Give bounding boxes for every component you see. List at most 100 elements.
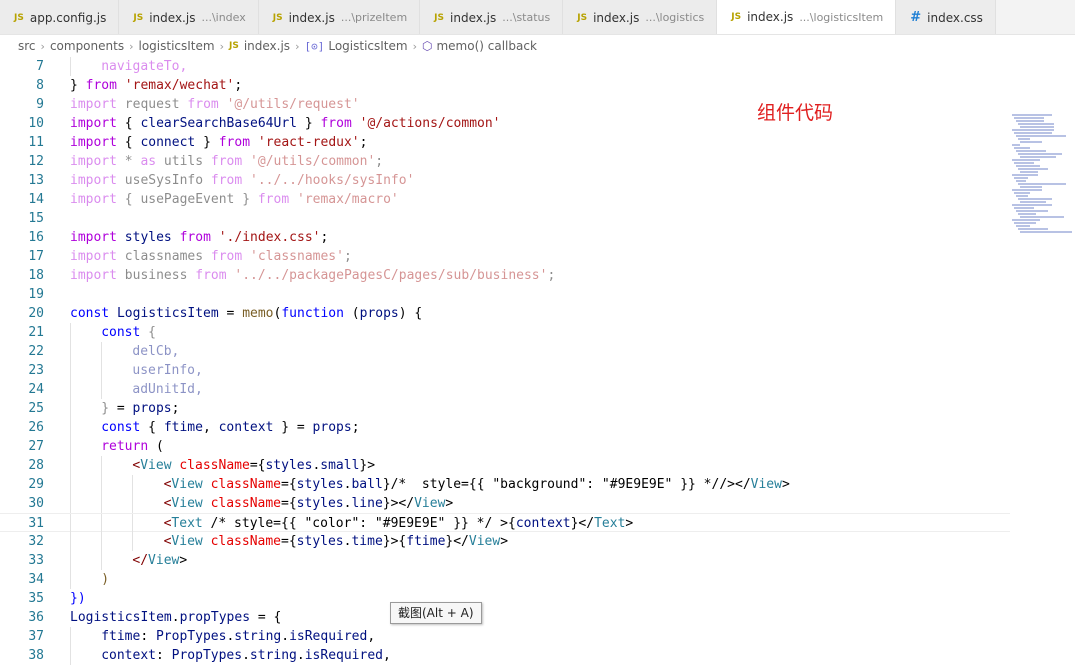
screenshot-tooltip: 截图(Alt + A): [390, 602, 482, 624]
breadcrumb-item[interactable]: logisticsItem: [138, 39, 214, 53]
code-token: className: [210, 496, 282, 511]
code-line[interactable]: 12 import * as utils from '@/utils/common…: [0, 152, 1010, 171]
code-editor[interactable]: 7 navigateTo, 8} from 'remax/wechat'; 9 impo…: [0, 57, 1075, 667]
editor-tab[interactable]: JS index.js ...\prizeItem: [258, 0, 421, 34]
code-token: }>{: [382, 534, 407, 549]
breadcrumb-file[interactable]: JS index.js: [229, 39, 290, 53]
code-token: classnames: [116, 249, 211, 264]
line-number: 15: [28, 211, 44, 226]
code-token: from: [210, 154, 243, 169]
code-text: import { connect } from 'react-redux';: [70, 133, 367, 152]
code-line[interactable]: 8} from 'remax/wechat';: [0, 76, 1010, 95]
chevron-right-icon: ›: [40, 39, 45, 53]
minimap-line: [1016, 165, 1040, 167]
code-line[interactable]: 15: [0, 209, 1010, 228]
code-line[interactable]: 30 <View className={styles.line}></View>: [0, 494, 1010, 513]
code-line[interactable]: 28 <View className={styles.small}>: [0, 456, 1010, 475]
code-text: delCb,: [132, 342, 179, 361]
code-line[interactable]: 21 const {: [0, 323, 1010, 342]
code-line[interactable]: 9 import request from '@/utils/request': [0, 95, 1010, 114]
code-token: small: [320, 458, 360, 473]
indent-guide: [101, 342, 103, 361]
code-token: >{: [500, 516, 516, 531]
breadcrumb-item[interactable]: src: [18, 39, 36, 53]
code-line[interactable]: 20 const LogisticsItem = memo(function (p…: [0, 304, 1010, 323]
code-token: *: [116, 154, 141, 169]
code-token: ;: [351, 420, 360, 435]
code-line[interactable]: 24 adUnitId,: [0, 380, 1010, 399]
editor-tab[interactable]: JS index.js ...\index: [119, 0, 259, 34]
code-line[interactable]: 29 <View className={styles.ball}/* style=…: [0, 475, 1010, 494]
code-text: import styles from './index.css';: [70, 228, 328, 247]
indent-guide: [101, 456, 103, 475]
code-token: 'remax/wechat': [124, 78, 235, 93]
code-token: import: [70, 135, 117, 150]
code-line[interactable]: 11 import { connect } from 'react-redux';: [0, 133, 1010, 152]
code-token: line: [351, 496, 383, 511]
code-line[interactable]: 31 <Text /* style={{ "color": "#9E9E9E" }…: [0, 513, 1010, 533]
line-number: 27: [28, 439, 44, 454]
code-text: <View className={styles.ball}/* style={{…: [164, 475, 790, 494]
breadcrumb-symbol[interactable]: [⊙] LogisticsItem: [304, 39, 407, 53]
line-number: 20: [28, 306, 44, 321]
code-line[interactable]: 13 import useSysInfo from '../../hooks/sy…: [0, 171, 1010, 190]
editor-tab[interactable]: JS app.config.js: [0, 0, 120, 34]
code-line[interactable]: 17 import classnames from 'classnames';: [0, 247, 1010, 266]
code-line[interactable]: 38 context: PropTypes.string.isRequired,: [0, 646, 1010, 665]
code-line[interactable]: 14 import { usePageEvent } from 'remax/ma…: [0, 190, 1010, 209]
minimap-line: [1018, 198, 1052, 200]
code-line[interactable]: 27 return (: [0, 437, 1010, 456]
code-text: import business from '../../packagePages…: [70, 266, 555, 285]
code-line[interactable]: 16 import styles from './index.css';: [0, 228, 1010, 247]
code-text: ftime: PropTypes.string.isRequired,: [101, 627, 375, 646]
editor-tab[interactable]: JS index.js ...\status: [420, 0, 564, 34]
code-token: from: [187, 97, 219, 112]
line-number: 18: [28, 268, 44, 283]
indent-guide: [70, 323, 71, 342]
code-line[interactable]: 7 navigateTo,: [0, 57, 1010, 76]
code-line[interactable]: 10 import { clearSearchBase64Url } from '…: [0, 114, 1010, 133]
code-text: }): [70, 589, 86, 608]
code-line[interactable]: 18 import business from '../../packagePag…: [0, 266, 1010, 285]
indent-guide: [70, 342, 71, 361]
chevron-right-icon: ›: [219, 39, 224, 53]
code-token: LogisticsItem: [70, 610, 172, 625]
editor-tab-bar: JS app.config.js JS index.js ...\index JS inde…: [0, 0, 1075, 35]
minimap-line: [1020, 201, 1046, 203]
code-text: ): [101, 570, 109, 589]
code-line[interactable]: 33 </View>: [0, 551, 1010, 570]
minimap[interactable]: [1012, 114, 1075, 244]
code-line[interactable]: 34): [0, 570, 1010, 589]
code-line[interactable]: 32 <View className={styles.time}>{ftime}<…: [0, 532, 1010, 551]
code-line[interactable]: 37 ftime: PropTypes.string.isRequired,: [0, 627, 1010, 646]
editor-tab[interactable]: JS index.js ...\logisticsItem: [717, 0, 897, 34]
code-line[interactable]: 26 const { ftime, context } = props;: [0, 418, 1010, 437]
code-token: ;: [343, 249, 352, 264]
code-token: ={: [249, 458, 266, 473]
line-number: 7: [36, 59, 44, 74]
code-token: function: [281, 306, 344, 321]
breadcrumb-item[interactable]: components: [50, 39, 124, 53]
code-line[interactable]: 36 LogisticsItem.propTypes = {: [0, 608, 1010, 627]
code-line[interactable]: 19: [0, 285, 1010, 304]
editor-tab[interactable]: JS index.js ...\logistics: [563, 0, 718, 34]
line-number: 38: [28, 648, 44, 663]
code-token: >: [179, 553, 188, 568]
line-number: 26: [28, 420, 44, 435]
minimap-line: [1014, 132, 1052, 134]
annotation-text: 组件代码: [757, 102, 834, 124]
code-token: props: [359, 306, 399, 321]
code-line[interactable]: 25} = props;: [0, 399, 1010, 418]
code-line[interactable]: 23 userInfo,: [0, 361, 1010, 380]
code-token: styles: [265, 458, 313, 473]
minimap-line: [1012, 159, 1040, 161]
breadcrumb-callback[interactable]: ⬡ memo() callback: [422, 39, 537, 53]
editor-tab[interactable]: # index.css: [896, 0, 996, 34]
code-line[interactable]: 35}): [0, 589, 1010, 608]
code-text: <Text /* style={{ "color": "#9E9E9E" }} …: [164, 514, 634, 533]
code-line[interactable]: 22 delCb,: [0, 342, 1010, 361]
